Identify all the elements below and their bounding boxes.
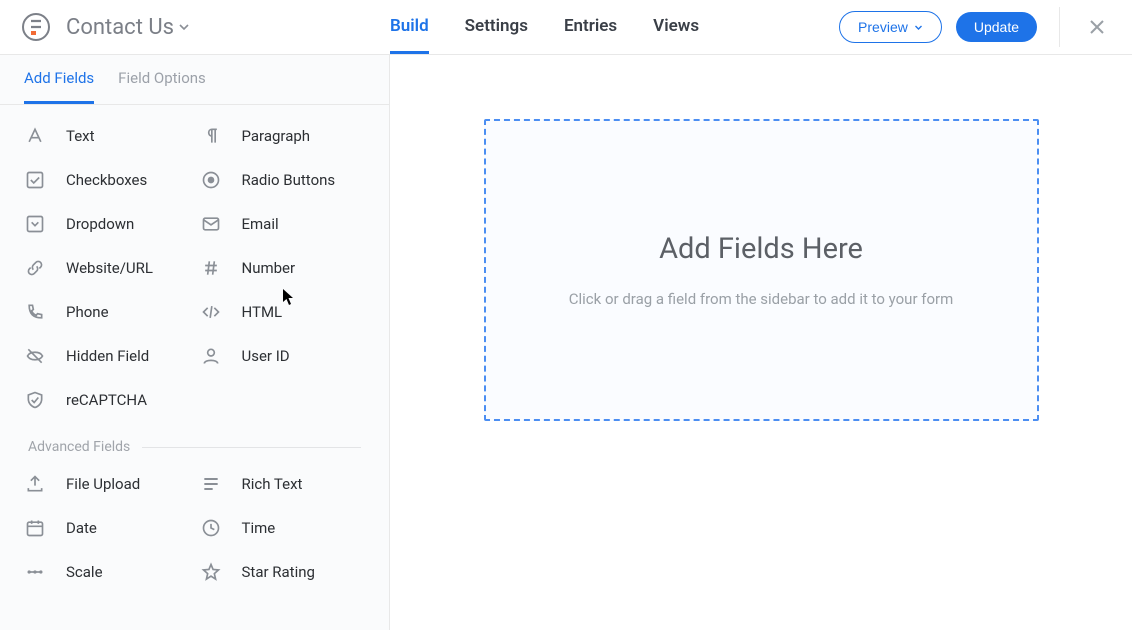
field-label: Email [242,215,279,233]
form-title-dropdown[interactable]: Contact Us [66,15,190,40]
field-item-file-upload[interactable]: File Upload [24,473,190,495]
email-icon [200,213,222,235]
user-icon [200,345,222,367]
header-actions: Preview Update [839,7,1112,47]
field-label: Dropdown [66,215,134,233]
field-label: File Upload [66,475,140,493]
richtext-icon [200,473,222,495]
field-label: Text [66,127,95,145]
field-label: Star Rating [242,563,315,581]
sidebar: Add Fields Field Options Text Paragraph Ch… [0,55,390,630]
field-item-number[interactable]: Number [200,257,366,279]
app-logo-icon [20,11,52,43]
sidebar-tabs: Add Fields Field Options [0,55,389,105]
close-icon [1088,18,1106,36]
dropdown-icon [24,213,46,235]
divider [1059,7,1060,47]
field-item-scale[interactable]: Scale [24,561,190,583]
basic-fields-list: Text Paragraph Checkboxes Radio Buttons Drop… [0,105,389,411]
scale-icon [24,561,46,583]
field-label: Date [66,519,97,537]
field-item-star-rating[interactable]: Star Rating [200,561,366,583]
update-button[interactable]: Update [956,12,1037,42]
tab-settings[interactable]: Settings [465,0,528,54]
drop-zone-subtitle: Click or drag a field from the sidebar t… [569,290,954,308]
field-label: Website/URL [66,259,153,277]
app-header: Contact Us Build Settings Entries Views … [0,0,1132,55]
field-label: Number [242,259,296,277]
advanced-fields-list: File Upload Rich Text Date Time Scale Star Ra… [0,473,389,583]
hidden-icon [24,345,46,367]
field-label: User ID [242,347,290,365]
close-button[interactable] [1082,12,1112,42]
form-canvas: Add Fields Here Click or drag a field fr… [390,55,1132,630]
field-item-text[interactable]: Text [24,125,190,147]
field-label: Phone [66,303,109,321]
phone-icon [24,301,46,323]
field-item-html[interactable]: HTML [200,301,366,323]
upload-icon [24,473,46,495]
shield-icon [24,389,46,411]
field-item-dropdown[interactable]: Dropdown [24,213,190,235]
chevron-down-icon [178,21,190,33]
text-icon [24,125,46,147]
paragraph-icon [200,125,222,147]
code-icon [200,301,222,323]
field-label: Radio Buttons [242,171,336,189]
field-label: Hidden Field [66,347,149,365]
field-label: Rich Text [242,475,303,493]
field-item-radio-buttons[interactable]: Radio Buttons [200,169,366,191]
advanced-fields-label: Advanced Fields [28,439,130,455]
field-item-rich-text[interactable]: Rich Text [200,473,366,495]
calendar-icon [24,517,46,539]
field-label: Time [242,519,276,537]
field-label: HTML [242,303,283,321]
field-label: reCAPTCHA [66,391,147,409]
advanced-fields-divider: Advanced Fields [0,439,389,455]
field-label: Scale [66,563,103,581]
field-item-time[interactable]: Time [200,517,366,539]
chevron-down-icon [914,23,923,32]
field-label: Paragraph [242,127,311,145]
divider-line [142,447,361,448]
form-title: Contact Us [66,15,174,40]
field-label: Checkboxes [66,171,147,189]
drop-zone-title: Add Fields Here [659,232,863,266]
preview-button[interactable]: Preview [839,11,942,43]
radio-icon [200,169,222,191]
tab-build[interactable]: Build [390,0,429,54]
field-item-hidden-field[interactable]: Hidden Field [24,345,190,367]
field-item-website-url[interactable]: Website/URL [24,257,190,279]
field-item-paragraph[interactable]: Paragraph [200,125,366,147]
field-item-user-id[interactable]: User ID [200,345,366,367]
hash-icon [200,257,222,279]
field-item-recaptcha[interactable]: reCAPTCHA [24,389,190,411]
star-icon [200,561,222,583]
drop-zone[interactable]: Add Fields Here Click or drag a field fr… [484,119,1039,421]
sidebar-tab-add-fields[interactable]: Add Fields [24,55,94,104]
field-item-phone[interactable]: Phone [24,301,190,323]
field-item-date[interactable]: Date [24,517,190,539]
field-item-email[interactable]: Email [200,213,366,235]
clock-icon [200,517,222,539]
preview-label: Preview [858,19,908,35]
checkbox-icon [24,169,46,191]
sidebar-tab-field-options[interactable]: Field Options [118,55,206,104]
tab-entries[interactable]: Entries [564,0,617,54]
field-item-checkboxes[interactable]: Checkboxes [24,169,190,191]
main-tabs: Build Settings Entries Views [390,0,699,54]
link-icon [24,257,46,279]
tab-views[interactable]: Views [653,0,699,54]
